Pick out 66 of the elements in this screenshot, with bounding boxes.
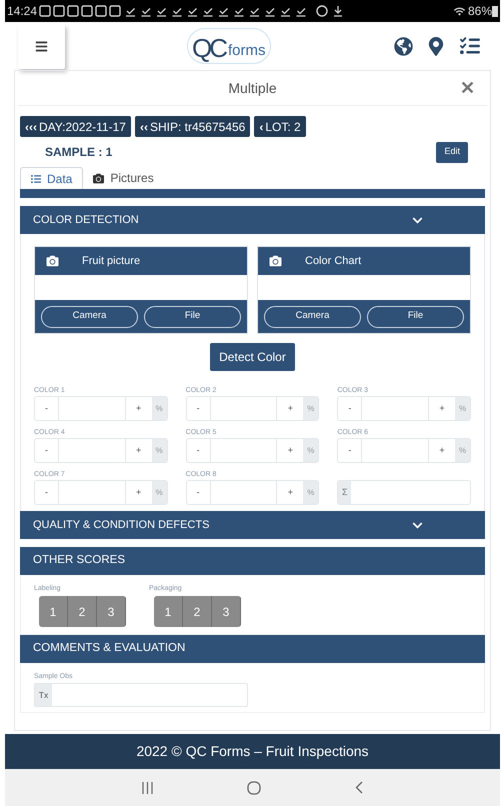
unit-label: % [303, 397, 318, 420]
tab[interactable]: Data [20, 167, 84, 189]
upload-button[interactable]: Camera [264, 306, 361, 328]
minus-button[interactable]: - [35, 481, 59, 504]
battery-percent: 86% [468, 3, 492, 20]
sum-symbol: Σ [338, 481, 352, 504]
upload-button[interactable]: File [367, 306, 464, 328]
unit-label: % [455, 397, 470, 420]
chevron-down-icon[interactable] [412, 520, 423, 530]
back-icon[interactable] [355, 781, 363, 794]
field-prefix: Tx [35, 684, 52, 706]
breadcrumb-button[interactable]: ‹‹‹ DAY:2022-11-17 [20, 116, 131, 137]
globe-icon[interactable] [394, 36, 413, 56]
section-title: QUALITY & CONDITION DEFECTS [33, 518, 210, 533]
breadcrumb-button[interactable]: ‹ LOT: 2 [254, 116, 306, 137]
tab[interactable]: Pictures [83, 167, 164, 189]
section-header[interactable]: COMMENTS & EVALUATION [20, 635, 485, 663]
section-header[interactable]: QUALITY & CONDITION DEFECTS [20, 511, 485, 539]
panel-title: Fruit picture [82, 254, 140, 269]
app-logo[interactable]: QCforms [187, 28, 270, 64]
unit-label: % [152, 397, 167, 420]
camera-icon[interactable] [269, 255, 282, 267]
upload-button[interactable]: File [144, 306, 241, 328]
minus-button[interactable]: - [338, 439, 362, 462]
recent-apps-icon[interactable] [142, 782, 153, 794]
home-icon[interactable] [247, 780, 261, 794]
minus-button[interactable]: - [186, 481, 211, 504]
section-title: OTHER SCORES [33, 553, 126, 568]
list-icon [31, 174, 41, 184]
close-button[interactable]: ✕ [460, 74, 475, 102]
edit-button[interactable]: Edit [436, 142, 468, 162]
minus-button[interactable]: - [35, 439, 59, 462]
detect-color-button[interactable]: Detect Color [210, 343, 295, 371]
menu-icon [35, 40, 48, 52]
dialog-title: Multiple [228, 78, 277, 98]
checklist-icon[interactable] [460, 36, 480, 56]
camera-icon[interactable] [46, 255, 59, 267]
unit-label: % [303, 439, 318, 462]
location-pin-icon[interactable] [428, 36, 444, 56]
sample-obs-field[interactable]: Tx [34, 683, 248, 707]
footer-text: 2022 © QC Forms – Fruit Inspections [136, 742, 369, 761]
logo-word: forms [228, 40, 266, 60]
menu-button[interactable] [18, 24, 65, 68]
minus-button[interactable]: - [186, 397, 211, 420]
unit-label: % [303, 481, 318, 504]
panel-title: Color Chart [305, 254, 362, 269]
unit-label: % [152, 481, 167, 504]
sample-label: SAMPLE : 1 [45, 144, 112, 161]
logo-mark: QC [192, 33, 225, 63]
battery-icon [492, 5, 498, 17]
minus-button[interactable]: - [338, 397, 362, 420]
unit-label: % [455, 439, 470, 462]
section-header[interactable]: OTHER SCORES [20, 547, 485, 575]
minus-button[interactable]: - [186, 439, 211, 462]
section-header[interactable]: COLOR DETECTION [20, 206, 485, 234]
section-title: COLOR DETECTION [33, 212, 139, 228]
chevron-down-icon[interactable] [412, 214, 423, 226]
unit-label: % [152, 439, 167, 462]
minus-button[interactable]: - [35, 397, 59, 420]
status-time: 14:24 [7, 3, 38, 20]
camera-icon [93, 172, 104, 184]
upload-button[interactable]: Camera [41, 306, 138, 328]
wifi-icon [454, 6, 465, 16]
sum-field[interactable]: Σ [337, 480, 471, 505]
section-title: COMMENTS & EVALUATION [33, 641, 186, 656]
breadcrumb-button[interactable]: ‹‹ SHIP: tr45675456 [134, 116, 250, 137]
